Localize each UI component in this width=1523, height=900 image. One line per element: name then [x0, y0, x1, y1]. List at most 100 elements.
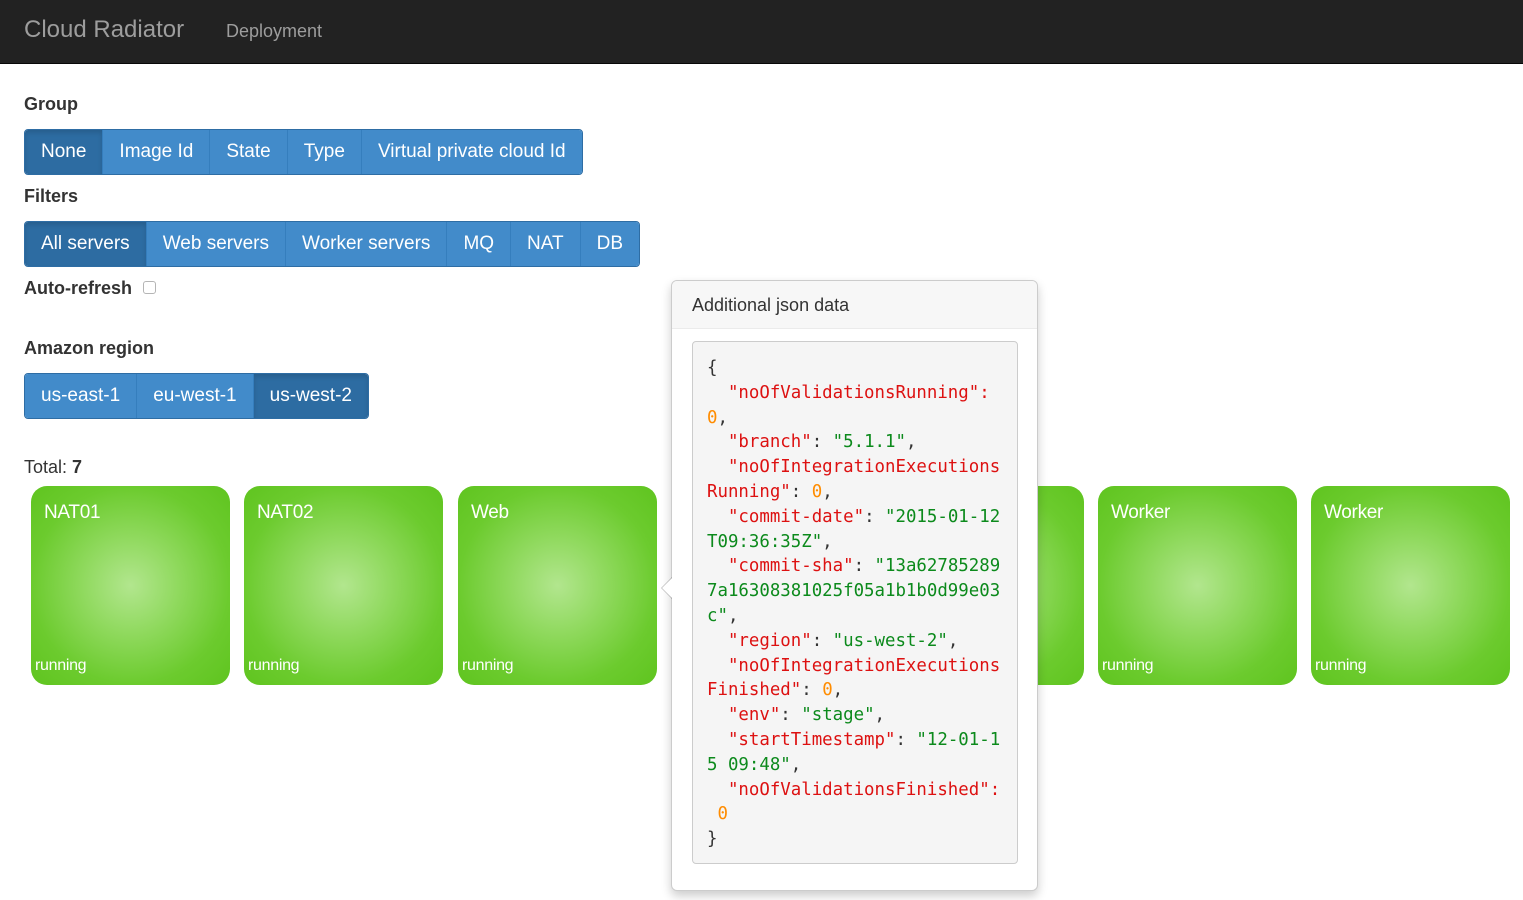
json-token: :: [811, 630, 833, 651]
json-line: }: [707, 827, 1017, 852]
json-token: 0: [811, 481, 823, 502]
json-token: "noOfValidationsFinished":: [707, 779, 1001, 800]
popover-arrow-inner: [662, 578, 672, 598]
json-line: c",: [707, 604, 1017, 629]
json-token: "13a62785289: [874, 556, 1001, 577]
json-token: 0: [822, 680, 833, 701]
json-line: "startTimestamp": "12-01-1: [707, 728, 1017, 753]
json-token: "commit-sha": [707, 556, 854, 577]
json-token: "startTimestamp": [707, 729, 896, 750]
json-token: :: [801, 680, 823, 701]
json-line: "env": "stage",: [707, 703, 1017, 728]
json-token: "5.1.1": [832, 432, 906, 453]
region-button-group: us-east-1 eu-west-1 us-west-2: [24, 373, 369, 419]
json-token: "commit-date": [707, 506, 865, 527]
json-token: :: [790, 481, 812, 502]
total-value: 7: [72, 457, 83, 477]
json-token: 7a16308381025f05a1b1b0d99e03: [707, 581, 1001, 602]
json-line: 0,: [707, 406, 1017, 431]
filter-mq-button[interactable]: MQ: [447, 222, 512, 266]
filters-label: Filters: [24, 186, 79, 206]
region-us-west-2-button[interactable]: us-west-2: [253, 374, 368, 418]
json-code-block: { "noOfValidationsRunning": 0, "branch": …: [692, 341, 1018, 864]
server-tile[interactable]: Worker running: [1098, 486, 1297, 685]
json-token: :: [811, 432, 833, 453]
json-token: ,: [822, 531, 833, 552]
json-line: "noOfValidationsFinished":: [707, 778, 1017, 803]
server-name: Worker: [1324, 502, 1384, 523]
json-line: 7a16308381025f05a1b1b0d99e03: [707, 579, 1017, 604]
server-tile[interactable]: Web running: [458, 486, 657, 685]
server-state: running: [1102, 657, 1154, 674]
server-state: running: [35, 657, 87, 674]
json-token: "stage": [801, 705, 875, 726]
json-token: "noOfValidationsRunning":: [707, 382, 990, 403]
json-token: "noOfIntegrationExecutions: [707, 655, 1001, 676]
auto-refresh-label: Auto-refresh: [24, 278, 133, 298]
json-token: "noOfIntegrationExecutions: [707, 457, 1001, 478]
json-token: "env": [707, 705, 781, 726]
filter-nat-button[interactable]: NAT: [511, 222, 581, 266]
json-token: 0: [717, 804, 728, 825]
json-line: "commit-date": "2015-01-12: [707, 505, 1017, 530]
json-line: "noOfIntegrationExecutions: [707, 654, 1017, 679]
json-line: 0: [707, 802, 1017, 827]
group-type-button[interactable]: Type: [287, 130, 362, 174]
json-token: "12-01-1: [916, 729, 1001, 750]
json-token: Finished": [707, 680, 802, 701]
region-us-east-1-button[interactable]: us-east-1: [25, 374, 138, 418]
json-token: ,: [905, 432, 917, 453]
json-token: ,: [832, 680, 844, 701]
server-tile[interactable]: NAT01 running: [31, 486, 230, 685]
json-line: "commit-sha": "13a62785289: [707, 554, 1017, 579]
filters-button-group: All servers Web servers Worker servers M…: [24, 221, 641, 267]
json-line: {: [707, 356, 1017, 381]
json-token: ,: [822, 481, 833, 502]
json-line: "noOfValidationsRunning":: [707, 381, 1017, 406]
group-image-id-button[interactable]: Image Id: [103, 130, 211, 174]
json-token: T09:36:35Z": [707, 531, 823, 552]
json-token: :: [864, 506, 886, 527]
brand-link[interactable]: Cloud Radiator: [24, 14, 184, 46]
navbar: Cloud Radiator Deployment: [0, 0, 1523, 64]
server-name: NAT01: [44, 502, 101, 523]
server-tile[interactable]: Worker running: [1311, 486, 1510, 685]
filter-db-button[interactable]: DB: [580, 222, 640, 266]
json-token: "2015-01-12: [885, 506, 1001, 527]
server-name: Worker: [1111, 502, 1171, 523]
json-token: 0: [707, 407, 718, 428]
server-state: running: [248, 657, 300, 674]
json-line: "branch": "5.1.1",: [707, 430, 1017, 455]
filter-web-servers-button[interactable]: Web servers: [146, 222, 286, 266]
json-token: {: [707, 358, 718, 378]
server-tile[interactable]: NAT02 running: [244, 486, 443, 685]
region-label: Amazon region: [24, 338, 155, 358]
total-count: Total: 7: [24, 455, 82, 479]
group-vpc-id-button[interactable]: Virtual private cloud Id: [361, 130, 582, 174]
json-line: T09:36:35Z",: [707, 530, 1017, 555]
group-button-group: None Image Id State Type Virtual private…: [24, 129, 583, 175]
server-name: NAT02: [257, 502, 314, 523]
popover-title: Additional json data: [672, 281, 1037, 329]
total-label: Total:: [24, 457, 68, 477]
json-token: ,: [790, 754, 802, 775]
json-token: 5 09:48": [707, 754, 791, 775]
auto-refresh-checkbox[interactable]: [143, 281, 156, 294]
json-popover: Additional json data { "noOfValidationsR…: [661, 280, 1038, 891]
json-line: 5 09:48",: [707, 753, 1017, 778]
filter-worker-servers-button[interactable]: Worker servers: [285, 222, 448, 266]
filter-all-servers-button[interactable]: All servers: [25, 222, 147, 266]
server-state: running: [462, 657, 514, 674]
json-token: ,: [874, 705, 886, 726]
json-line: "region": "us-west-2",: [707, 629, 1017, 654]
nav-link-deployment[interactable]: Deployment: [226, 18, 322, 44]
group-state-button[interactable]: State: [210, 130, 288, 174]
json-token: ,: [947, 630, 959, 651]
json-token: c": [707, 605, 728, 626]
group-label: Group: [24, 94, 78, 114]
region-eu-west-1-button[interactable]: eu-west-1: [137, 374, 254, 418]
json-line: Running": 0,: [707, 480, 1017, 505]
group-none-button[interactable]: None: [25, 130, 104, 174]
json-token: :: [895, 729, 917, 750]
